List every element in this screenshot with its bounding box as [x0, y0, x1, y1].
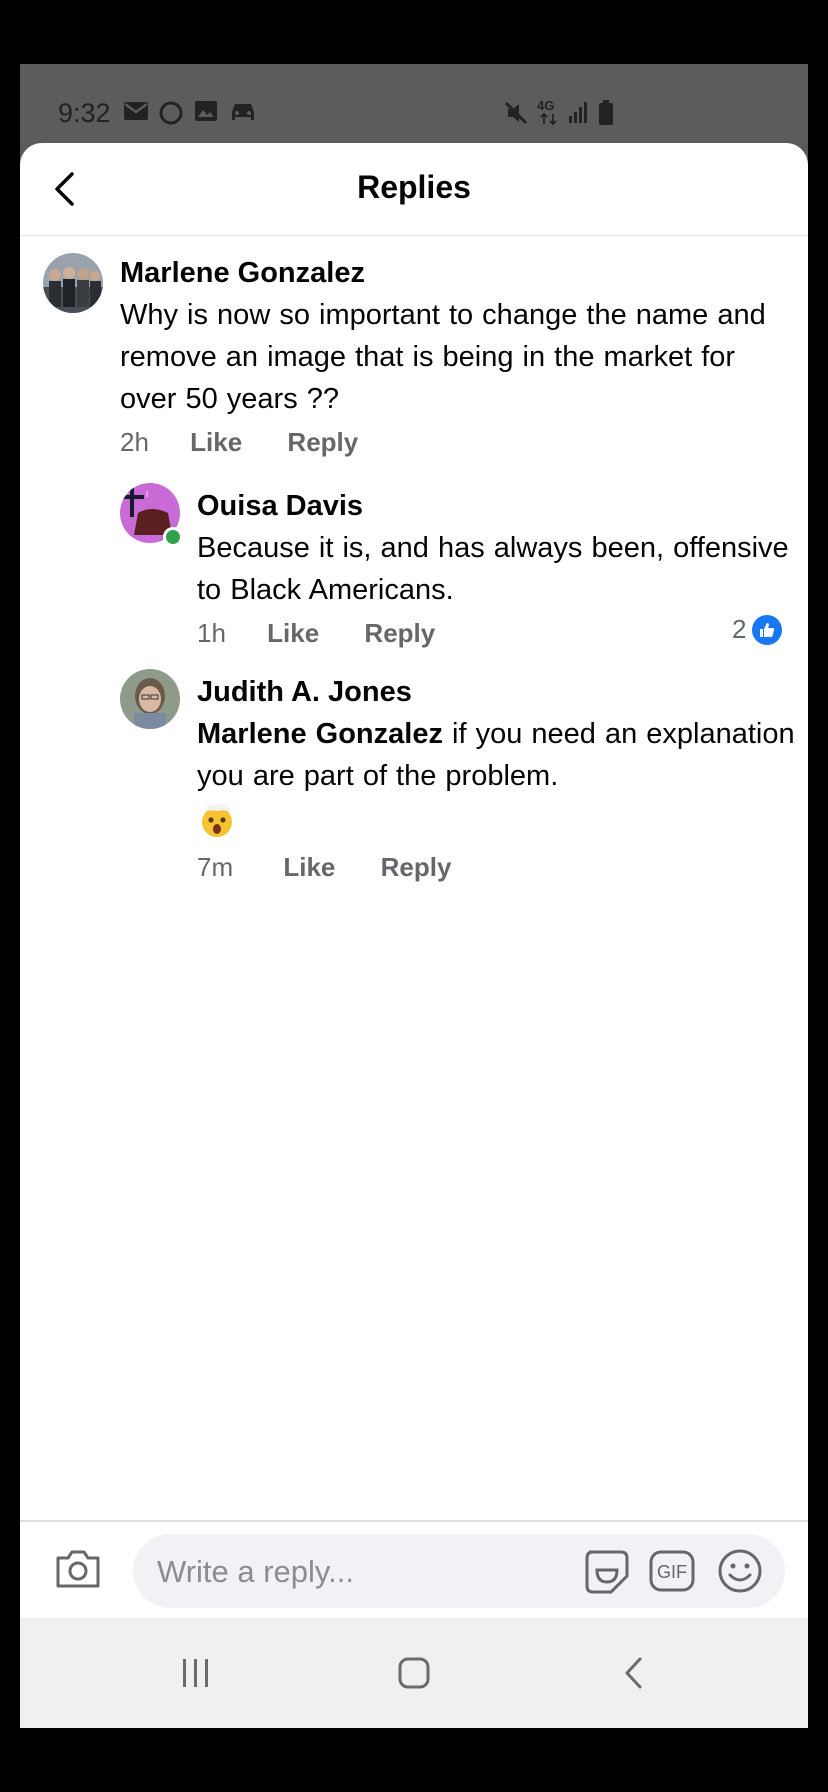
comment-text: Because it is, and has always been, offe…: [197, 532, 789, 606]
status-bar: 9:32 4G: [20, 64, 808, 143]
gif-icon[interactable]: GIF: [648, 1549, 696, 1598]
comment-actions: 1h Like Reply: [197, 618, 435, 649]
comment-author[interactable]: Ouisa Davis: [197, 489, 797, 523]
4g-icon: 4G: [535, 96, 565, 126]
comment-actions: 7m Like Reply: [197, 852, 451, 883]
comment-time: 1h: [197, 618, 226, 648]
sticker-icon[interactable]: [583, 1548, 631, 1599]
comment-time: 2h: [120, 427, 149, 457]
mail-icon: [123, 100, 149, 122]
reply-button[interactable]: Reply: [287, 427, 358, 458]
comment-time: 7m: [197, 852, 234, 882]
comment-author[interactable]: Marlene Gonzalez: [120, 256, 785, 290]
nav-back-button[interactable]: [604, 1648, 664, 1698]
reaction-summary[interactable]: 2: [732, 614, 783, 645]
reply-input-container: GIF: [133, 1534, 785, 1608]
mention-link[interactable]: Marlene Gonzalez: [197, 718, 443, 750]
comment-text: Why is now so important to change the na…: [120, 299, 766, 415]
image-icon: [194, 100, 218, 122]
exploding-head-emoji-icon: [202, 804, 232, 837]
like-button[interactable]: Like: [267, 618, 319, 649]
comment-actions: 2h Like Reply: [120, 427, 358, 458]
page-title: Replies: [357, 169, 471, 205]
home-button[interactable]: [384, 1648, 444, 1698]
signal-icon: [568, 100, 590, 124]
reply-composer: GIF: [20, 1520, 808, 1620]
system-nav-bar: [20, 1618, 808, 1728]
comment-judith-a-jones: Judith A. Jones Marlene Gonzalez if you …: [20, 143, 808, 837]
replies-sheet: Replies Marlene Gonzalez Why is now so i…: [20, 143, 808, 1728]
circle-icon: [158, 100, 184, 126]
svg-text:GIF: GIF: [657, 1562, 687, 1582]
comment-marlene-gonzalez: Marlene Gonzalez Why is now so important…: [20, 237, 808, 415]
comment-text: Marlene Gonzalez if you need an explanat…: [197, 713, 797, 797]
emoji-icon[interactable]: [717, 1548, 763, 1599]
battery-icon: [598, 100, 614, 126]
like-button[interactable]: Like: [283, 852, 335, 883]
recent-apps-button[interactable]: [166, 1648, 226, 1698]
like-button[interactable]: Like: [190, 427, 242, 458]
reaction-count: 2: [732, 614, 747, 644]
online-status-dot: [163, 527, 183, 547]
status-time: 9:32: [58, 98, 111, 128]
avatar[interactable]: [120, 669, 180, 729]
mute-icon: [503, 100, 529, 126]
reply-button[interactable]: Reply: [364, 618, 435, 649]
camera-icon[interactable]: [54, 1548, 102, 1595]
car-icon: [228, 100, 258, 124]
reply-input[interactable]: [155, 1548, 559, 1596]
svg-text:I: I: [146, 490, 148, 499]
phone-screen: 9:32 4G Replies Marlene Gonzalez Why is …: [20, 64, 808, 1728]
replies-header: Replies: [20, 143, 808, 236]
svg-text:4G: 4G: [537, 98, 554, 113]
thumbs-up-icon: [752, 614, 783, 645]
avatar[interactable]: [43, 253, 103, 313]
comment-author[interactable]: Judith A. Jones: [197, 675, 797, 709]
reply-button[interactable]: Reply: [381, 852, 452, 883]
